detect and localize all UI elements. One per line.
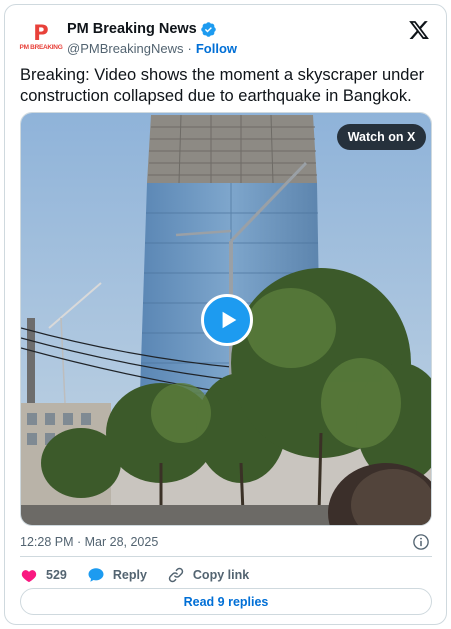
link-icon (168, 567, 184, 583)
copy-link-button[interactable]: Copy link (167, 566, 249, 584)
avatar[interactable]: P PM BREAKING (19, 17, 63, 57)
avatar-logo-text: PM BREAKING (19, 43, 63, 51)
info-icon[interactable] (412, 533, 430, 551)
author-block: PM Breaking News @PMBreakingNews · Follo… (67, 19, 237, 57)
separator-dot: · (187, 40, 192, 56)
post-timestamp[interactable]: 12:28 PM · Mar 28, 2025 (20, 535, 158, 549)
reply-label: Reply (112, 568, 147, 582)
watch-on-x-button[interactable]: Watch on X (337, 124, 426, 150)
verified-badge-icon (200, 21, 216, 37)
account-name[interactable]: PM Breaking News (67, 21, 197, 37)
heart-icon (21, 570, 37, 583)
avatar-logo-letter: P (33, 20, 49, 45)
play-button[interactable] (201, 294, 253, 346)
x-logo-icon[interactable] (408, 19, 430, 41)
embedded-post-card: P PM BREAKING PM Breaking News @PMBreaki… (4, 4, 447, 625)
follow-button[interactable]: Follow (196, 41, 237, 56)
video-player[interactable]: Watch on X (20, 112, 432, 526)
account-handle[interactable]: @PMBreakingNews (67, 41, 184, 56)
action-bar: 529 Reply Copy link (20, 562, 269, 588)
like-button[interactable]: 529 (20, 566, 67, 584)
read-replies-button[interactable]: Read 9 replies (20, 588, 432, 615)
reply-bubble-icon (88, 568, 104, 582)
post-text: Breaking: Video shows the moment a skysc… (20, 66, 425, 105)
like-count: 529 (46, 568, 67, 582)
divider (20, 556, 432, 557)
copy-link-label: Copy link (192, 568, 250, 582)
play-icon (222, 311, 236, 329)
reply-button[interactable]: Reply (87, 566, 147, 584)
